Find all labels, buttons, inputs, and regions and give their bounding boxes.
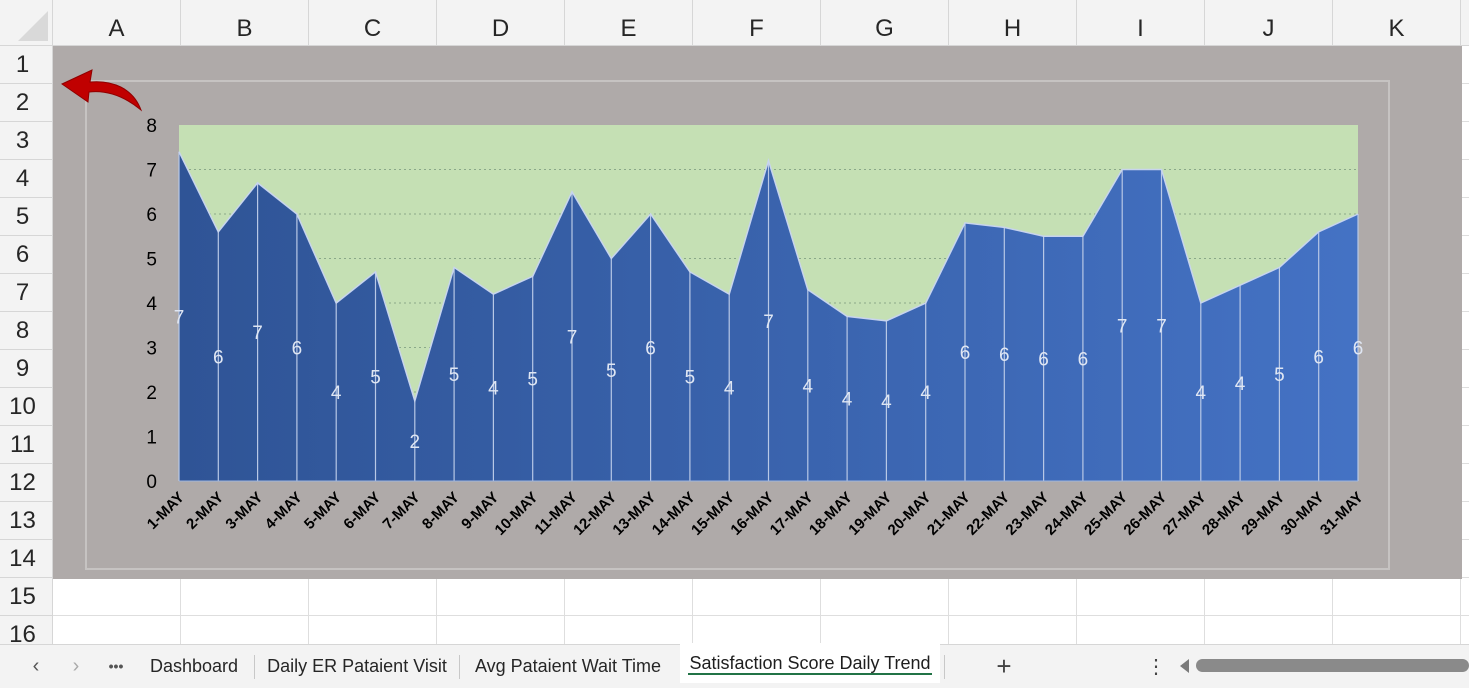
y-tick-label: 5	[146, 250, 157, 271]
x-tick-label: 5-MAY	[301, 489, 345, 533]
y-tick-label: 0	[146, 472, 157, 493]
data-label: 6	[1078, 350, 1089, 371]
y-tick-label: 1	[146, 428, 157, 449]
data-label: 6	[292, 339, 303, 360]
data-label: 5	[1274, 365, 1285, 386]
tab-dashboard[interactable]: Dashboard	[136, 645, 252, 687]
data-label: 6	[1313, 347, 1324, 368]
tab-label: Avg Pataient Wait Time	[474, 655, 662, 676]
data-label: 7	[174, 307, 185, 328]
data-label: 4	[842, 390, 853, 411]
data-label: 5	[527, 370, 538, 391]
add-sheet-button[interactable]: +	[984, 645, 1024, 687]
data-label: 7	[1156, 316, 1167, 337]
data-label: 4	[724, 379, 735, 400]
tab-label: Dashboard	[149, 655, 239, 676]
x-tick-label: 8-MAY	[419, 489, 463, 533]
prev-sheet-chevron-icon[interactable]: ‹	[18, 645, 54, 687]
satisfaction-score-chart[interactable]: 767645254 575654744 4 46 6 6 67 74 4 56 6012345678…	[0, 0, 1469, 644]
data-label: 6	[1353, 339, 1364, 360]
data-label: 6	[645, 339, 656, 360]
scroll-left-arrow-icon[interactable]	[1180, 659, 1189, 673]
data-label: 4	[803, 376, 814, 397]
tab-divider	[944, 655, 945, 679]
x-tick-label: 7-MAY	[380, 489, 424, 533]
tab-label: Satisfaction Score Daily Trend	[689, 652, 931, 673]
x-tick-label: 1-MAY	[144, 489, 188, 533]
data-label: 4	[1196, 383, 1207, 404]
tab-divider	[459, 655, 460, 679]
horizontal-scrollbar-thumb[interactable]	[1196, 659, 1469, 672]
y-tick-label: 2	[146, 383, 157, 404]
data-label: 2	[410, 432, 421, 453]
data-label: 6	[1038, 350, 1049, 371]
more-options-icon[interactable]: ⋮	[1144, 645, 1168, 687]
data-label: 4	[920, 383, 931, 404]
tab-daily-er-pataient-visit[interactable]: Daily ER Pataient Visit	[258, 645, 456, 687]
more-sheets-button[interactable]: •••	[98, 645, 134, 687]
x-tick-label: 2-MAY	[183, 489, 227, 533]
x-tick-label: 6-MAY	[340, 489, 384, 533]
data-label: 5	[606, 361, 617, 382]
data-label: 4	[881, 392, 892, 413]
data-label: 7	[1117, 316, 1128, 337]
next-sheet-chevron-icon[interactable]: ›	[58, 645, 94, 687]
x-tick-label: 10-MAY	[492, 489, 542, 539]
data-label: 5	[449, 365, 460, 386]
x-tick-label: 31-MAY	[1317, 489, 1367, 539]
data-label: 6	[999, 345, 1010, 366]
data-label: 7	[252, 323, 263, 344]
data-label: 7	[763, 312, 774, 333]
data-label: 5	[370, 367, 381, 388]
data-label: 4	[1235, 374, 1246, 395]
data-label: 6	[960, 343, 971, 364]
tab-satisfaction-score-daily-trend[interactable]: Satisfaction Score Daily Trend	[680, 643, 940, 683]
data-label: 6	[213, 347, 224, 368]
active-tab-underline	[688, 673, 932, 675]
back-arrow-icon[interactable]	[60, 69, 143, 112]
y-tick-label: 3	[146, 339, 157, 360]
y-tick-label: 8	[146, 116, 157, 137]
x-tick-label: 4-MAY	[262, 489, 306, 533]
sheet-tab-bar: ‹ › ••• Dashboard Daily ER Pataient Visi…	[0, 643, 1469, 688]
data-label: 5	[685, 367, 696, 388]
data-label: 7	[567, 327, 578, 348]
x-tick-label: 3-MAY	[222, 489, 266, 533]
y-tick-label: 4	[146, 294, 157, 315]
tab-label: Daily ER Pataient Visit	[267, 655, 447, 676]
tab-avg-pataient-wait-time[interactable]: Avg Pataient Wait Time	[463, 645, 673, 687]
data-label: 4	[488, 379, 499, 400]
y-tick-label: 7	[146, 161, 157, 182]
data-label: 4	[331, 383, 342, 404]
y-tick-label: 6	[146, 205, 157, 226]
tab-divider	[254, 655, 255, 679]
